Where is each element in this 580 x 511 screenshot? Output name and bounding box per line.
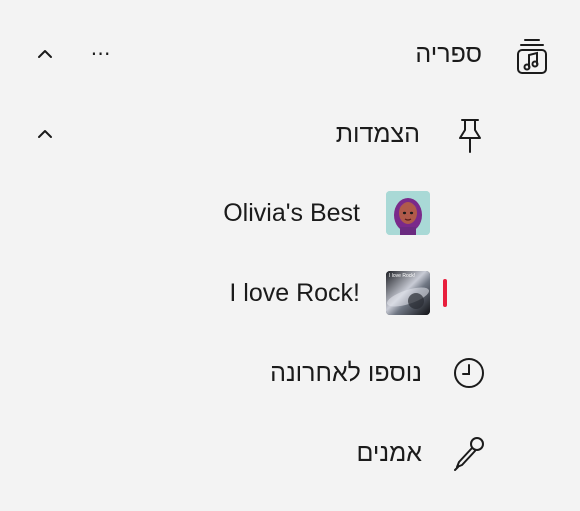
pinned-label: הצמדות <box>335 120 420 148</box>
sidebar-item-artists[interactable]: אמנים <box>0 430 580 476</box>
chevron-up-icon <box>38 130 52 138</box>
chevron-up-icon <box>38 50 52 58</box>
library-music-icon <box>512 36 552 76</box>
pinned-item-olivias-best[interactable]: Olivia's Best <box>0 190 580 236</box>
ellipsis-icon: ⋯ <box>90 43 112 65</box>
library-label: ספריה <box>415 40 482 68</box>
collapse-pinned-button[interactable] <box>27 116 63 152</box>
pinned-item-label: I love Rock! <box>229 279 360 307</box>
sidebar-item-recently-added[interactable]: נוספו לאחרונה <box>0 350 580 396</box>
artists-label: אמנים <box>356 439 422 467</box>
recently-added-label: נוספו לאחרונה <box>270 359 422 387</box>
more-options-button[interactable]: ⋯ <box>83 36 119 72</box>
playlist-thumbnail: I love Rock! <box>386 271 430 315</box>
library-header[interactable]: ספריה ⋯ <box>0 30 580 80</box>
microphone-icon <box>451 433 487 473</box>
pin-icon <box>452 114 488 158</box>
clock-icon <box>451 355 487 391</box>
pinned-item-i-love-rock[interactable]: I love Rock! I love Rock! <box>0 270 580 316</box>
thumbnail-caption: I love Rock! <box>389 273 416 279</box>
playlist-thumbnail <box>386 191 430 235</box>
selected-indicator <box>443 279 447 307</box>
pinned-section-header[interactable]: הצמדות <box>0 110 580 160</box>
collapse-library-button[interactable] <box>27 36 63 72</box>
pinned-item-label: Olivia's Best <box>223 199 360 227</box>
avatar-art <box>386 191 430 235</box>
